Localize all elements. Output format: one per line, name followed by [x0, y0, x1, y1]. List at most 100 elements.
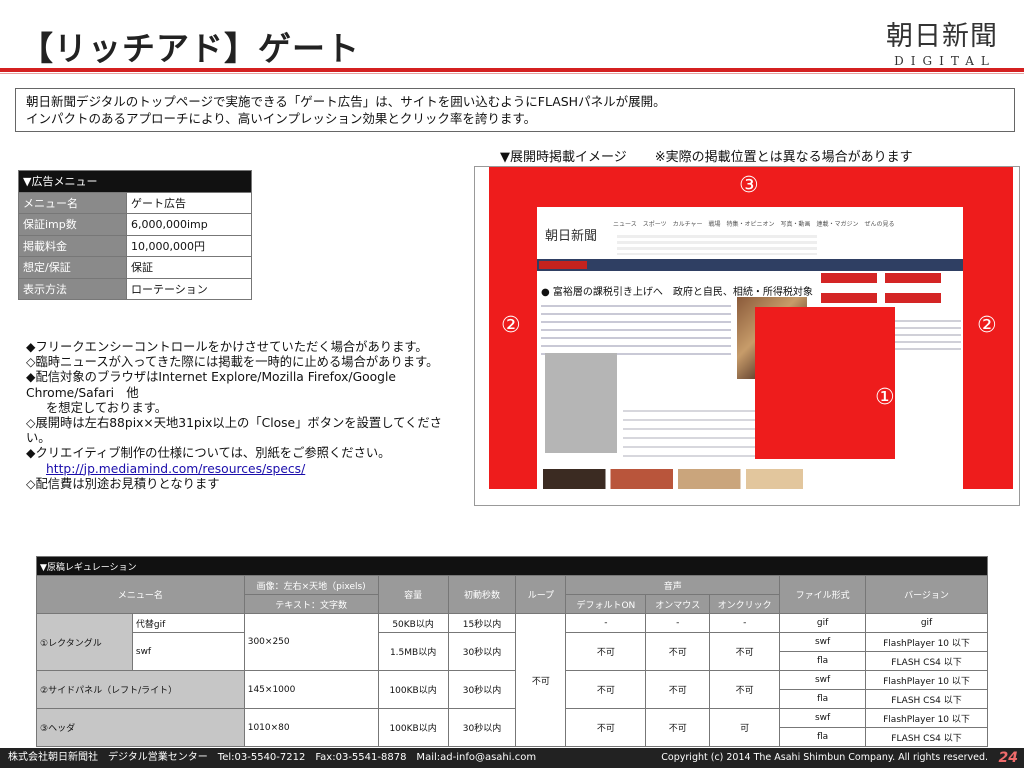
site-nav: ニュース スポーツ カルチャー 戦場 特集・オピニオン 写真・動画 連載・マガジ…	[613, 221, 895, 228]
rect-sub-gif: 代替gif	[131, 613, 245, 633]
header-ad-fla-format: fla	[779, 727, 867, 747]
note-item: ◇展開時は左右88pix×天地31pix以上の「Close」ボタンを設置してくだ…	[26, 416, 442, 446]
site-red-button	[821, 273, 877, 283]
logo-main-text: 朝日新聞	[886, 21, 998, 52]
header-ad-sec: 30秒以内	[447, 708, 517, 747]
site-red-button	[885, 293, 941, 303]
rect-pixels: 300×250	[243, 613, 379, 671]
side-click: 不可	[709, 670, 781, 709]
footer-copyright: Copyright (c) 2014 The Asahi Shimbun Com…	[661, 752, 988, 763]
note-item: ◆配信対象のブラウザはInternet Explore/Mozilla Fire…	[26, 370, 396, 400]
caption-main: ▼展開時掲載イメージ	[500, 150, 627, 165]
table-row: ②サイドパネル（レフト/ライト） 145×1000 100KB以内 30秒以内 …	[36, 670, 988, 709]
site-keyword-bar	[537, 259, 963, 271]
header-ad-fla-version: FLASH CS4 以下	[865, 727, 988, 747]
rect-gif-mouse: -	[645, 613, 711, 633]
side-size: 100KB以内	[377, 670, 449, 709]
side-swf-version: FlashPlayer 10 以下	[865, 670, 988, 690]
table-row: 想定/保証 保証	[18, 256, 252, 279]
rect-gif-sec: 15秒以内	[447, 613, 517, 633]
col-sound-click: オンクリック	[709, 594, 781, 614]
side-default: 不可	[565, 670, 647, 709]
header-ad-size: 100KB以内	[377, 708, 449, 747]
side-mouse: 不可	[645, 670, 711, 709]
regulation-table: ▼原稿レギュレーション メニュー名 画像：左右×天地（pixels) 容量 初動…	[36, 556, 988, 747]
rect-gif-format: gif	[779, 613, 867, 633]
table-row: 表示方法 ローテーション	[18, 277, 252, 300]
note-item: ◇臨時ニュースが入ってきた際には掲載を一時的に止める場合があります。	[26, 355, 439, 370]
rect-swf-default: 不可	[565, 632, 647, 671]
specs-link[interactable]: http://jp.mediamind.com/resources/specs/	[46, 462, 305, 476]
col-sound: 音声	[565, 575, 781, 595]
loop-value: 不可	[515, 613, 567, 747]
rect-gif-size: 50KB以内	[377, 613, 449, 633]
table-row: メニュー名 ゲート広告	[18, 191, 252, 214]
col-sound-default: デフォルトON	[565, 594, 647, 614]
site-keyword-tag	[539, 261, 587, 269]
site-red-button	[885, 273, 941, 283]
site-screenshot: 朝日新聞 ニュース スポーツ カルチャー 戦場 特集・オピニオン 写真・動画 連…	[537, 207, 963, 489]
header-ad-name: ③ヘッダ	[36, 708, 245, 747]
site-thumbnails	[543, 469, 803, 489]
intro-line-2: インパクトのあるアプローチにより、高いインプレッション効果とクリック率を誇ります…	[26, 111, 537, 126]
header-ad-swf-version: FlashPlayer 10 以下	[865, 708, 988, 728]
note-item: ◆クリエイティブ制作の仕様については、別紙をご参照ください。	[26, 446, 391, 461]
side-swf-format: swf	[779, 670, 867, 690]
rect-swf-click: 不可	[709, 632, 781, 671]
col-format: ファイル形式	[779, 575, 867, 614]
side-name: ②サイドパネル（レフト/ライト）	[36, 670, 245, 709]
site-headline: ● 富裕層の課税引き上げへ 政府と自民、相続・所得税対象	[541, 287, 813, 298]
page-number: 24	[998, 750, 1018, 766]
rect-swf-sec: 30秒以内	[447, 632, 517, 671]
menu-label: 掲載料金	[18, 234, 127, 257]
note-item: ◆フリークエンシーコントロールをかけさせていただく場合があります。	[26, 340, 428, 354]
col-version: バージョン	[865, 575, 988, 614]
site-logo: 朝日新聞	[545, 229, 598, 244]
asahi-digital-logo: 朝日新聞 DIGITAL	[882, 21, 1002, 69]
rectangle-ad	[755, 307, 895, 459]
label-side-left: ②	[501, 313, 521, 338]
menu-value: 10,000,000円	[126, 234, 252, 257]
menu-value: ローテーション	[126, 277, 252, 300]
title-divider	[0, 68, 1024, 72]
side-fla-version: FLASH CS4 以下	[865, 689, 988, 709]
side-sec: 30秒以内	[447, 670, 517, 709]
footer-contact: 株式会社朝日新聞社 デジタル営業センター Tel:03-5540-7212 Fa…	[8, 752, 537, 763]
rect-gif-default: -	[565, 613, 647, 633]
intro-line-1: 朝日新聞デジタルのトップページで実施できる「ゲート広告」は、サイトを囲い込むよう…	[26, 94, 666, 109]
label-side-right: ②	[977, 313, 997, 338]
col-menu: メニュー名	[36, 575, 245, 614]
header-ad-pixels: 1010×80	[243, 708, 379, 747]
table-row: 保証imp数 6,000,000imp	[18, 213, 252, 236]
header-ad-default: 不可	[565, 708, 647, 747]
caption-note: ※実際の掲載位置とは異なる場合があります	[654, 150, 913, 165]
mockup-caption: ▼展開時掲載イメージ ※実際の掲載位置とは異なる場合があります	[500, 146, 913, 165]
menu-value: ゲート広告	[126, 191, 252, 214]
col-init-sec: 初動秒数	[447, 575, 517, 614]
header-ad-swf-format: swf	[779, 708, 867, 728]
site-grey-block	[545, 353, 617, 453]
menu-label: メニュー名	[18, 191, 127, 214]
table-row: ③ヘッダ 1010×80 100KB以内 30秒以内 不可 不可 可 swf F…	[36, 708, 988, 747]
menu-label: 想定/保証	[18, 256, 127, 279]
menu-value: 保証	[126, 256, 252, 279]
gate-ad-mockup: 朝日新聞 ニュース スポーツ カルチャー 戦場 特集・オピニオン 写真・動画 連…	[474, 166, 1020, 506]
rect-name: ①レクタングル	[36, 613, 133, 671]
regulation-header: ▼原稿レギュレーション	[36, 556, 988, 576]
rect-gif-click: -	[709, 613, 781, 633]
col-text: テキスト：文字数	[243, 594, 379, 614]
label-rect: ①	[875, 385, 895, 410]
menu-value: 6,000,000imp	[126, 213, 252, 236]
menu-label: 表示方法	[18, 277, 127, 300]
rect-gif-version: gif	[865, 613, 988, 633]
footer-bar: 株式会社朝日新聞社 デジタル営業センター Tel:03-5540-7212 Fa…	[0, 748, 1024, 768]
col-sound-mouse: オンマウス	[645, 594, 711, 614]
ad-menu-table: ▼広告メニュー メニュー名 ゲート広告 保証imp数 6,000,000imp 掲載…	[18, 170, 252, 300]
table-row: swf 1.5MB以内 30秒以内 不可 不可 不可 swf FlashPlay…	[37, 632, 988, 671]
rect-sub-swf: swf	[131, 632, 245, 671]
page-title: 【リッチアド】ゲート	[20, 29, 360, 68]
table-row: 掲載料金 10,000,000円	[18, 234, 252, 257]
rect-fla-version: FLASH CS4 以下	[865, 651, 988, 671]
col-loop: ループ	[515, 575, 567, 614]
rect-fla-format: fla	[779, 651, 867, 671]
